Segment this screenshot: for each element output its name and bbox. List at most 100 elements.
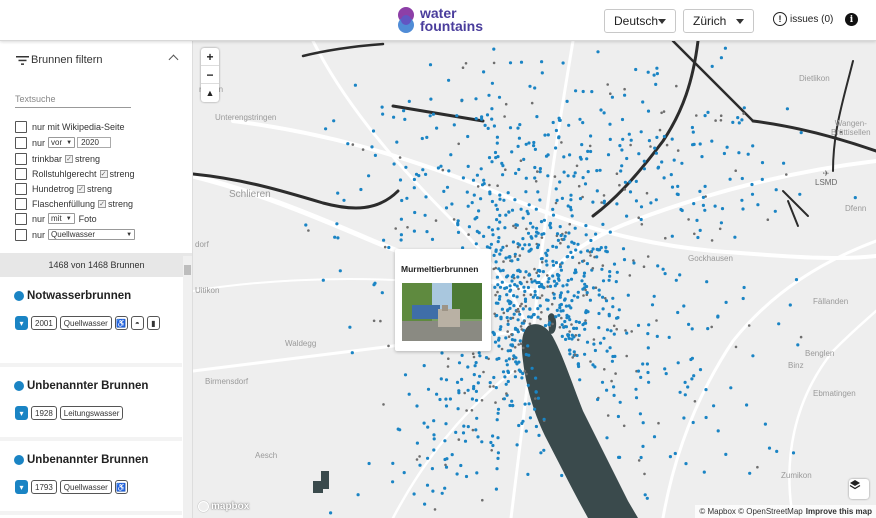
fountain-marker[interactable] xyxy=(558,326,562,329)
fountain-marker[interactable] xyxy=(522,285,526,289)
fountain-marker[interactable] xyxy=(444,422,448,426)
fountain-marker[interactable] xyxy=(628,180,632,184)
fountain-marker[interactable] xyxy=(510,208,515,212)
fountain-marker[interactable] xyxy=(623,87,626,91)
fountain-marker[interactable] xyxy=(691,130,695,134)
fountain-marker[interactable] xyxy=(577,364,581,369)
fountain-marker[interactable] xyxy=(611,296,615,300)
fountain-photo[interactable] xyxy=(402,283,482,341)
fountain-marker[interactable] xyxy=(424,195,428,199)
fountain-marker[interactable] xyxy=(441,168,445,172)
issues-button[interactable]: ! issues (0) xyxy=(773,12,833,26)
fountain-marker[interactable] xyxy=(692,142,696,146)
fountain-marker[interactable] xyxy=(544,251,548,255)
fountain-marker[interactable] xyxy=(474,389,478,393)
fountain-marker[interactable] xyxy=(415,458,419,461)
fountain-marker[interactable] xyxy=(605,328,610,332)
fountain-marker[interactable] xyxy=(714,119,717,122)
fountain-marker[interactable] xyxy=(496,436,500,440)
fountain-marker[interactable] xyxy=(693,232,696,236)
fountain-marker[interactable] xyxy=(508,284,512,288)
fountain-marker[interactable] xyxy=(514,223,518,227)
fountain-marker[interactable] xyxy=(569,198,573,202)
fountain-marker[interactable] xyxy=(501,370,506,374)
fountain-marker[interactable] xyxy=(465,409,468,412)
fountain-marker[interactable] xyxy=(722,151,727,156)
fountain-marker[interactable] xyxy=(431,489,435,493)
fountain-marker[interactable] xyxy=(472,387,476,391)
fountain-marker[interactable] xyxy=(551,263,556,267)
fountain-marker[interactable] xyxy=(554,187,558,191)
fountain-marker[interactable] xyxy=(623,180,627,184)
fountain-marker[interactable] xyxy=(527,141,531,145)
fountain-marker[interactable] xyxy=(760,177,764,181)
fountain-marker[interactable] xyxy=(527,203,531,207)
fountain-marker[interactable] xyxy=(563,234,567,238)
fountain-marker[interactable] xyxy=(625,156,629,161)
fountain-marker[interactable] xyxy=(585,340,590,344)
fountain-marker[interactable] xyxy=(555,198,559,202)
fountain-marker[interactable] xyxy=(540,260,544,264)
fountain-marker[interactable] xyxy=(494,266,498,270)
fountain-marker[interactable] xyxy=(508,126,513,130)
fountain-marker[interactable] xyxy=(535,296,540,300)
fountain-marker[interactable] xyxy=(798,192,802,196)
fountain-marker[interactable] xyxy=(660,160,664,164)
fountain-marker[interactable] xyxy=(775,449,779,453)
fountain-marker[interactable] xyxy=(477,231,481,235)
fountain-marker[interactable] xyxy=(486,126,490,130)
fountain-marker[interactable] xyxy=(639,455,643,460)
search-input[interactable]: Textsuche xyxy=(15,91,131,108)
fountain-marker[interactable] xyxy=(556,273,560,277)
fountain-marker[interactable] xyxy=(524,352,528,357)
fountain-marker[interactable] xyxy=(634,67,638,72)
fountain-marker[interactable] xyxy=(532,140,536,145)
fountain-marker[interactable] xyxy=(399,217,403,221)
fountain-marker[interactable] xyxy=(611,305,615,309)
fountain-marker[interactable] xyxy=(683,393,687,397)
language-select[interactable]: Deutsch xyxy=(604,9,676,33)
fountain-marker[interactable] xyxy=(639,130,643,134)
map-canvas[interactable] xyxy=(193,41,876,518)
fountain-marker[interactable] xyxy=(516,242,520,246)
fountain-marker[interactable] xyxy=(456,230,461,234)
fountain-marker[interactable] xyxy=(464,474,469,479)
fountain-marker[interactable] xyxy=(610,359,614,363)
fountain-marker[interactable] xyxy=(538,167,542,171)
fountain-marker[interactable] xyxy=(466,388,470,392)
fountain-marker[interactable] xyxy=(387,344,390,348)
fountain-marker[interactable] xyxy=(518,280,522,285)
fountain-marker[interactable] xyxy=(637,152,641,156)
fountain-marker[interactable] xyxy=(596,50,600,54)
fountain-marker[interactable] xyxy=(662,110,666,113)
fountain-marker[interactable] xyxy=(672,158,676,162)
fountain-marker[interactable] xyxy=(475,416,479,420)
fountain-marker[interactable] xyxy=(542,218,546,222)
fountain-marker[interactable] xyxy=(574,248,578,252)
fountain-marker[interactable] xyxy=(568,330,571,333)
fountain-marker[interactable] xyxy=(616,414,620,419)
fountain-marker[interactable] xyxy=(563,297,567,301)
fountain-marker[interactable] xyxy=(530,366,534,370)
fountain-marker[interactable] xyxy=(471,352,475,356)
fountain-marker[interactable] xyxy=(528,84,532,88)
fountain-marker[interactable] xyxy=(698,228,702,232)
fountain-marker[interactable] xyxy=(652,294,656,298)
fountain-marker[interactable] xyxy=(570,337,574,341)
fountain-marker[interactable] xyxy=(474,428,478,432)
fountain-marker[interactable] xyxy=(398,428,402,432)
fountain-marker[interactable] xyxy=(517,167,521,172)
fountain-marker[interactable] xyxy=(701,195,705,199)
fountain-marker[interactable] xyxy=(407,99,411,103)
compass-button[interactable]: ▲ xyxy=(201,84,219,102)
fountain-marker[interactable] xyxy=(529,277,533,281)
fountain-marker[interactable] xyxy=(342,198,346,202)
fountain-marker[interactable] xyxy=(551,213,556,217)
fountain-marker[interactable] xyxy=(495,357,499,361)
fountain-marker[interactable] xyxy=(549,226,553,230)
fountain-marker[interactable] xyxy=(501,173,505,177)
fountain-marker[interactable] xyxy=(523,402,527,406)
fountain-marker[interactable] xyxy=(527,243,531,247)
fountain-marker[interactable] xyxy=(459,463,463,468)
fountain-marker[interactable] xyxy=(470,409,474,412)
